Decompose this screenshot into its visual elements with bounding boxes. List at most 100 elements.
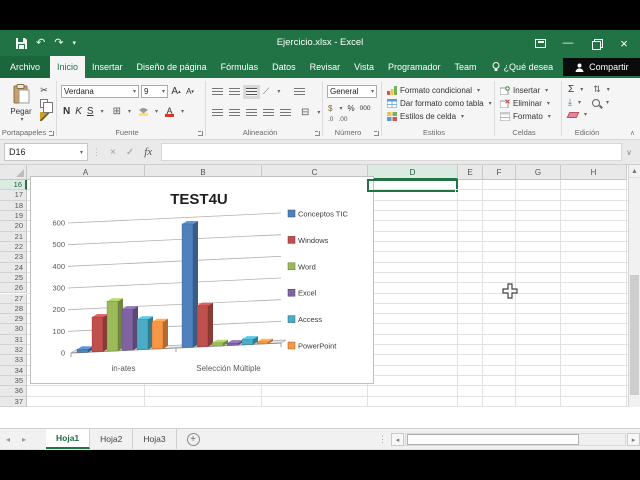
restore-icon[interactable]	[582, 30, 610, 56]
fill-handle[interactable]	[455, 189, 459, 193]
horizontal-scrollbar[interactable]: ⋮ ◂ ▸	[378, 429, 640, 450]
collapse-ribbon-icon[interactable]: ∧	[630, 129, 635, 137]
horizontal-scroll-thumb[interactable]	[407, 434, 579, 445]
row-header-17[interactable]: 17	[0, 190, 27, 200]
orientation-icon[interactable]: ⟋	[263, 86, 269, 97]
font-dialog-launcher-icon[interactable]	[198, 131, 203, 136]
font-name-combo[interactable]: Verdana▾	[61, 85, 139, 98]
select-all-corner[interactable]	[0, 165, 27, 180]
vertical-scroll-thumb[interactable]	[630, 275, 639, 395]
align-right-icon[interactable]	[246, 109, 257, 117]
sort-filter-icon[interactable]: ⇅	[593, 84, 601, 95]
row-header-36[interactable]: 36	[0, 386, 27, 396]
copy-icon[interactable]	[38, 98, 50, 108]
row-header-29[interactable]: 29	[0, 314, 27, 324]
row-header-33[interactable]: 33	[0, 355, 27, 365]
name-box[interactable]: D16 ▾	[4, 143, 88, 161]
bold-button[interactable]: N	[63, 106, 70, 117]
row-header-19[interactable]: 19	[0, 211, 27, 221]
align-center-icon[interactable]	[229, 109, 240, 117]
cell-styles-button[interactable]: Estilos de celda▾	[387, 110, 464, 122]
clear-icon[interactable]	[567, 112, 580, 118]
scroll-right-icon[interactable]: ▸	[627, 433, 640, 446]
wrap-text-icon[interactable]	[294, 88, 305, 96]
row-header-23[interactable]: 23	[0, 252, 27, 262]
align-bottom-icon[interactable]	[246, 88, 257, 96]
paste-button[interactable]: Pegar ▾	[6, 84, 36, 123]
expand-formula-bar-icon[interactable]: ∨	[626, 148, 632, 157]
row-header-24[interactable]: 24	[0, 263, 27, 273]
row-header-25[interactable]: 25	[0, 273, 27, 283]
underline-dropdown-icon[interactable]: ▾	[101, 108, 104, 115]
format-painter-icon[interactable]	[38, 111, 50, 121]
tab-programador[interactable]: Programador	[381, 56, 448, 78]
shrink-font-icon[interactable]: A▾	[184, 85, 196, 98]
cancel-entry-icon[interactable]: ×	[110, 147, 116, 158]
fill-color-icon[interactable]	[139, 108, 148, 116]
format-cells-button[interactable]: Formato▾	[500, 110, 551, 122]
tab-inicio[interactable]: Inicio	[50, 56, 85, 78]
accounting-format-icon[interactable]: $	[328, 104, 332, 113]
alignment-dialog-launcher-icon[interactable]	[315, 131, 320, 136]
insert-cells-button[interactable]: Insertar▾	[500, 84, 548, 96]
decrease-indent-icon[interactable]	[263, 109, 274, 117]
cut-icon[interactable]: ✂	[38, 85, 50, 95]
number-dialog-launcher-icon[interactable]	[374, 131, 379, 136]
tab-f-rmulas[interactable]: Fórmulas	[214, 56, 266, 78]
borders-dropdown-icon[interactable]: ▾	[128, 108, 131, 115]
column-header-E[interactable]: E	[458, 165, 483, 180]
sheet-tab-hoja2[interactable]: Hoja2	[90, 429, 133, 449]
delete-cells-button[interactable]: Eliminar▾	[500, 97, 550, 109]
column-header-D[interactable]: D	[368, 165, 458, 180]
ribbon-display-options-icon[interactable]	[526, 30, 554, 56]
splitter-dots-icon[interactable]: ⋮	[378, 434, 387, 445]
row-header-31[interactable]: 31	[0, 335, 27, 345]
conditional-formatting-button[interactable]: Formato condicional▾	[387, 84, 480, 96]
grow-font-icon[interactable]: A▴	[170, 85, 182, 98]
row-header-35[interactable]: 35	[0, 376, 27, 386]
format-as-table-button[interactable]: Dar formato como tabla▾	[387, 97, 492, 109]
merge-center-icon[interactable]: ⊟	[301, 107, 309, 118]
tab-revisar[interactable]: Revisar	[303, 56, 348, 78]
tab-vista[interactable]: Vista	[347, 56, 381, 78]
accounting-dropdown-icon[interactable]: ▾	[339, 105, 342, 112]
font-color-icon[interactable]: A	[165, 107, 174, 117]
row-header-30[interactable]: 30	[0, 324, 27, 334]
row-header-22[interactable]: 22	[0, 242, 27, 252]
tab-insertar[interactable]: Insertar	[85, 56, 130, 78]
font-size-combo[interactable]: 9▾	[141, 85, 168, 98]
row-header-18[interactable]: 18	[0, 201, 27, 211]
find-select-icon[interactable]	[592, 99, 600, 107]
confirm-entry-icon[interactable]: ✓	[126, 147, 134, 158]
increase-decimal-icon[interactable]: .0	[328, 116, 333, 123]
borders-icon[interactable]: ⊞	[113, 106, 121, 117]
sheet-tab-hoja1[interactable]: Hoja1	[46, 429, 90, 449]
row-header-32[interactable]: 32	[0, 345, 27, 355]
align-top-icon[interactable]	[212, 88, 223, 96]
tab-team[interactable]: Team	[448, 56, 484, 78]
align-middle-icon[interactable]	[229, 88, 240, 96]
column-header-H[interactable]: H	[561, 165, 627, 180]
sheet-nav-left-icon[interactable]: ◂	[0, 429, 16, 449]
scroll-left-icon[interactable]: ◂	[391, 433, 404, 446]
chart-object[interactable]: TEST4U0100200300400500600in-atesSelecció…	[30, 176, 374, 384]
comma-style-icon[interactable]: 000	[360, 105, 371, 112]
minimize-icon[interactable]: —	[554, 30, 582, 56]
row-header-16[interactable]: 16	[0, 180, 27, 190]
formula-input[interactable]	[161, 143, 622, 161]
close-icon[interactable]: ×	[610, 30, 638, 56]
underline-button[interactable]: S	[87, 106, 94, 117]
increase-indent-icon[interactable]	[280, 109, 291, 117]
column-header-F[interactable]: F	[483, 165, 516, 180]
orientation-dropdown-icon[interactable]: ▾	[277, 88, 280, 95]
autosum-icon[interactable]: Σ	[568, 84, 574, 95]
merge-dropdown-icon[interactable]: ▾	[317, 109, 320, 116]
row-header-27[interactable]: 27	[0, 294, 27, 304]
font-color-dropdown-icon[interactable]: ▾	[181, 108, 184, 115]
row-header-20[interactable]: 20	[0, 221, 27, 231]
tab-dise-o-de-p-gina[interactable]: Diseño de página	[130, 56, 214, 78]
tell-me-box[interactable]: ¿Qué desea	[484, 56, 562, 78]
row-header-37[interactable]: 37	[0, 397, 27, 407]
row-header-34[interactable]: 34	[0, 366, 27, 376]
column-header-G[interactable]: G	[516, 165, 561, 180]
